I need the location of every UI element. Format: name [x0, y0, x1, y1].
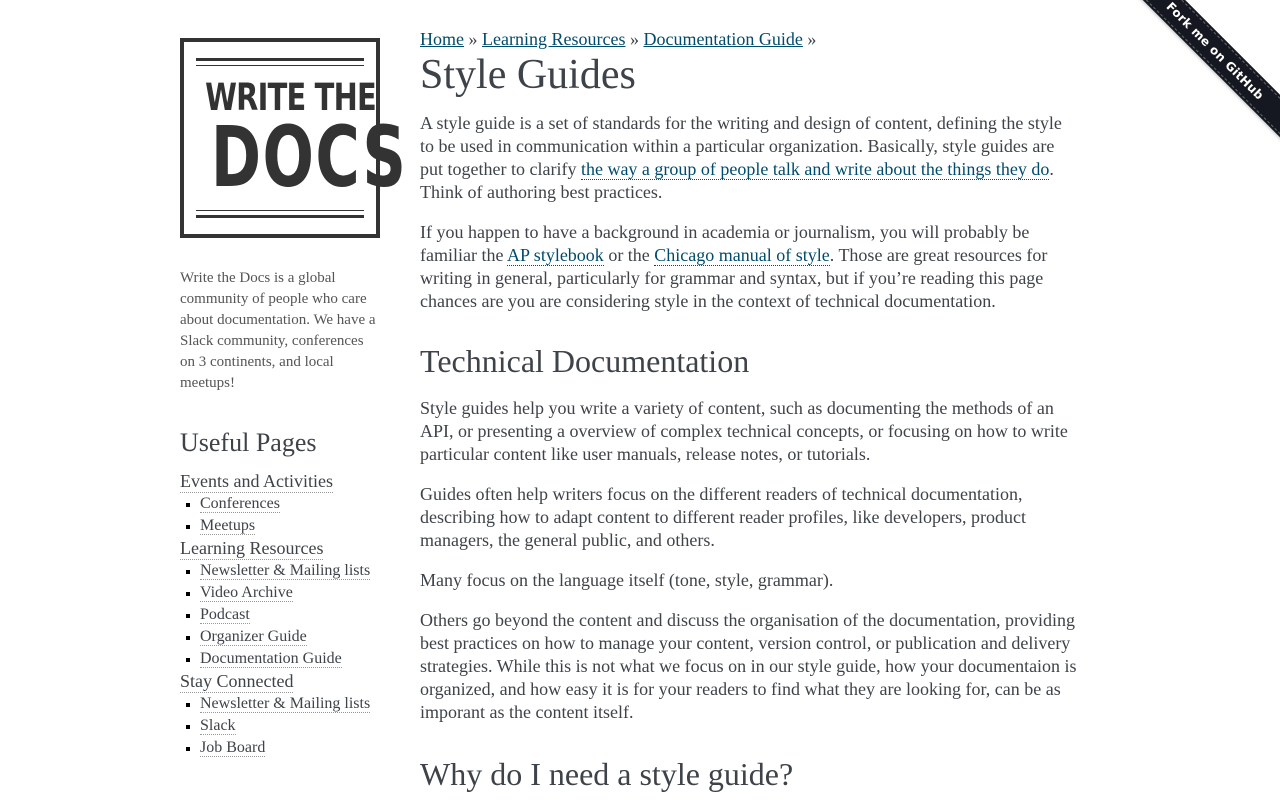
fork-ribbon-container: Fork me on GitHub	[1130, 0, 1280, 150]
breadcrumb-learning-resources[interactable]: Learning Resources	[482, 29, 625, 49]
nav-item: Slack	[180, 715, 380, 737]
nav-link-job-board[interactable]: Job Board	[200, 739, 266, 757]
useful-pages-heading: Useful Pages	[180, 428, 317, 457]
nav-section-events: Events and Activities Conferences Meetup…	[180, 470, 380, 537]
text: or the	[603, 245, 655, 265]
nav-link-video-archive[interactable]: Video Archive	[200, 584, 293, 602]
nav-stay-connected[interactable]: Stay Connected	[180, 670, 294, 693]
link-ap-stylebook[interactable]: AP stylebook	[506, 245, 604, 266]
breadcrumb-separator: »	[807, 29, 817, 49]
link-group-talk-write[interactable]: the way a group of people talk and write…	[580, 159, 1050, 180]
nav-section-learning: Learning Resources Newsletter & Mailing …	[180, 537, 380, 670]
section-paragraph: Style guides help you write a variety of…	[420, 398, 1068, 464]
nav-link-newsletter[interactable]: Newsletter & Mailing lists	[200, 562, 371, 580]
logo-rule	[196, 65, 364, 66]
breadcrumb-separator: »	[629, 29, 639, 49]
nav-item: Organizer Guide	[180, 626, 380, 648]
breadcrumb-documentation-guide[interactable]: Documentation Guide	[643, 29, 802, 49]
breadcrumb: Home » Learning Resources » Documentatio…	[420, 26, 1080, 52]
nav-learning-resources[interactable]: Learning Resources	[180, 537, 324, 560]
intro-paragraph-1: A style guide is a set of standards for …	[420, 112, 1080, 204]
nav-item: Conferences	[180, 493, 380, 515]
nav-link-meetups[interactable]: Meetups	[200, 517, 256, 535]
nav-link-documentation-guide[interactable]: Documentation Guide	[200, 650, 342, 668]
breadcrumb-separator: »	[468, 29, 478, 49]
logo-rule	[196, 210, 364, 211]
nav-item: Video Archive	[180, 582, 380, 604]
logo-rule	[196, 58, 364, 61]
section-heading-why-style-guide: Why do I need a style guide?	[420, 756, 794, 792]
nav-link-conferences[interactable]: Conferences	[200, 495, 280, 513]
nav-section-stay-connected: Stay Connected Newsletter & Mailing list…	[180, 670, 380, 759]
nav-link-slack[interactable]: Slack	[200, 717, 236, 735]
link-chicago-manual[interactable]: Chicago manual of style	[654, 245, 830, 266]
write-the-docs-logo: WRITE THE DOCS	[180, 38, 408, 238]
nav-events-and-activities[interactable]: Events and Activities	[180, 470, 333, 493]
nav-link-podcast[interactable]: Podcast	[200, 606, 250, 624]
logo-rule	[196, 215, 364, 218]
nav-item: Meetups	[180, 515, 380, 537]
nav-item: Newsletter & Mailing lists	[180, 560, 380, 582]
fork-me-on-github-ribbon[interactable]: Fork me on GitHub	[1130, 0, 1280, 142]
section-paragraph: Guides often help writers focus on the d…	[420, 484, 1026, 550]
nav-item: Documentation Guide	[180, 648, 380, 670]
section-heading-technical-documentation: Technical Documentation	[420, 343, 750, 379]
nav-link-organizer-guide[interactable]: Organizer Guide	[200, 628, 307, 646]
logo-link[interactable]: WRITE THE DOCS	[180, 38, 408, 238]
logo-line2: DOCS	[210, 108, 408, 206]
section-paragraph: Many focus on the language itself (tone,…	[420, 570, 834, 590]
sidebar: WRITE THE DOCS Write the Docs is a globa…	[180, 38, 408, 759]
main-content: Home » Learning Resources » Documentatio…	[420, 26, 1080, 810]
nav-link-newsletter-2[interactable]: Newsletter & Mailing lists	[200, 695, 371, 713]
nav-item: Podcast	[180, 604, 380, 626]
page-title: Style Guides	[420, 52, 636, 98]
intro-paragraph-2: If you happen to have a background in ac…	[420, 221, 1080, 313]
nav-item: Job Board	[180, 737, 380, 759]
nav-item: Newsletter & Mailing lists	[180, 693, 380, 715]
sidebar-blurb: Write the Docs is a global community of …	[180, 270, 376, 391]
section-paragraph: Others go beyond the content and discuss…	[420, 610, 1077, 722]
breadcrumb-home[interactable]: Home	[420, 29, 464, 49]
